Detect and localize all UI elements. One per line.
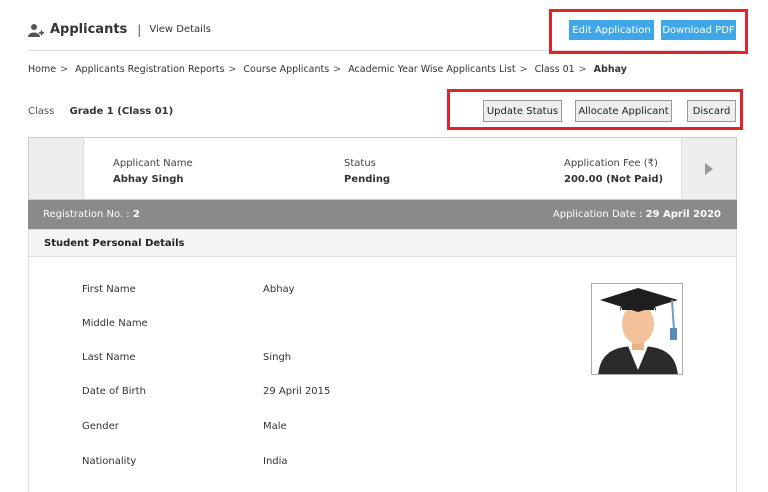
status-label: Status <box>344 158 376 169</box>
applicant-summary: Applicant Name Abhay Singh Status Pendin… <box>28 137 737 200</box>
breadcrumb-registration-reports[interactable]: Applicants Registration Reports <box>75 64 224 75</box>
class-label: Class <box>28 106 55 117</box>
page-title: Applicants <box>50 22 128 37</box>
applicant-name-label: Applicant Name <box>113 158 193 169</box>
summary-status: Status Pending <box>344 158 390 185</box>
download-pdf-button[interactable]: Download PDF <box>661 20 736 40</box>
breadcrumb-class[interactable]: Class 01 <box>535 64 575 75</box>
detail-row-nationality: Nationality India <box>82 456 288 467</box>
view-details-label: View Details <box>149 24 211 35</box>
summary-application-fee: Application Fee (₹) 200.00 (Not Paid) <box>564 158 663 185</box>
title-area: Applicants | View Details <box>28 22 211 37</box>
detail-row-date-of-birth: Date of Birth 29 April 2015 <box>82 386 331 397</box>
summary-applicant-name: Applicant Name Abhay Singh <box>113 158 193 185</box>
personal-details: First Name Abhay Middle Name Last Name Sin… <box>28 257 737 492</box>
class-info: Class Grade 1 (Class 01) <box>28 106 173 117</box>
breadcrumb: Home > Applicants Registration Reports > C… <box>28 64 627 75</box>
user-add-icon <box>28 23 44 37</box>
edit-application-button[interactable]: Edit Application <box>569 20 654 40</box>
summary-left-panel <box>29 138 84 199</box>
registration-number: Registration No. : 2 <box>43 209 140 220</box>
graduate-avatar-icon <box>592 284 682 374</box>
application-date: Application Date : 29 April 2020 <box>552 209 721 220</box>
section-title: Student Personal Details <box>28 229 737 257</box>
breadcrumb-course-applicants[interactable]: Course Applicants <box>243 64 329 75</box>
class-value: Grade 1 (Class 01) <box>69 106 174 117</box>
next-applicant-button[interactable] <box>681 138 736 199</box>
triangle-right-icon <box>705 162 713 175</box>
breadcrumb-current: Abhay <box>593 64 627 75</box>
breadcrumb-home[interactable]: Home <box>28 64 56 75</box>
breadcrumb-applicants-list[interactable]: Academic Year Wise Applicants List <box>348 64 515 75</box>
discard-button[interactable]: Discard <box>687 100 736 122</box>
detail-row-gender: Gender Male <box>82 421 287 432</box>
applicant-name-value: Abhay Singh <box>113 174 184 185</box>
update-status-button[interactable]: Update Status <box>483 100 562 122</box>
title-separator: | <box>137 22 142 37</box>
allocate-applicant-button[interactable]: Allocate Applicant <box>575 100 672 122</box>
status-value: Pending <box>344 174 391 185</box>
registration-bar: Registration No. : 2 Application Date : … <box>28 200 737 229</box>
application-fee-value: 200.00 (Not Paid) <box>564 174 664 185</box>
detail-row-middle-name: Middle Name <box>82 318 148 329</box>
detail-row-last-name: Last Name Singh <box>82 352 292 363</box>
applicant-photo <box>591 283 683 375</box>
detail-row-first-name: First Name Abhay <box>82 284 295 295</box>
application-fee-label: Application Fee (₹) <box>564 158 658 169</box>
